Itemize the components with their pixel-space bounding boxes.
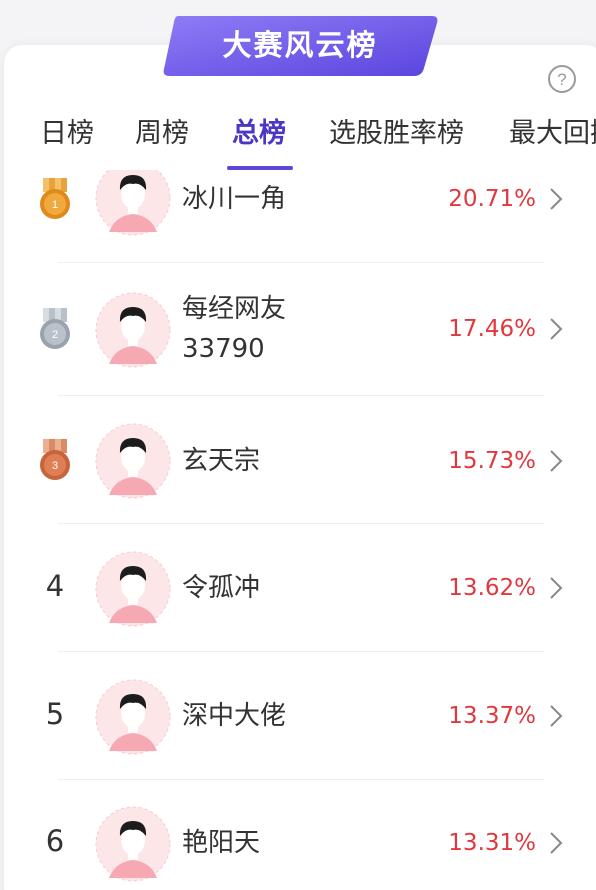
rank-number: 4	[45, 569, 65, 603]
tab-weekly[interactable]: 周榜	[135, 108, 189, 160]
chevron-right-icon	[550, 318, 563, 340]
avatar	[95, 551, 171, 627]
active-tab-indicator	[227, 166, 293, 170]
chevron-right-icon	[550, 832, 563, 854]
ranking-row[interactable]: 6 艳阳天 13.31%	[0, 780, 596, 890]
user-name: 深中大佬	[182, 701, 287, 731]
chevron-right-icon	[550, 577, 563, 599]
chevron-right-icon	[550, 450, 563, 472]
ranking-row[interactable]: 2 每经网友 33790 17.46%	[0, 263, 596, 396]
user-name: 玄天宗	[182, 446, 261, 476]
silver-medal-icon: 2	[40, 308, 70, 349]
rank-number: 5	[45, 697, 65, 731]
tab-max-drawdown[interactable]: 最大回撤	[509, 108, 596, 160]
user-name: 每经网友 33790	[182, 294, 287, 364]
help-icon[interactable]: ?	[547, 64, 577, 94]
user-name: 令孤冲	[182, 573, 261, 603]
ranking-row[interactable]: 4 令孤冲 13.62%	[0, 524, 596, 652]
win-rate: 13.37%	[448, 703, 536, 729]
win-rate: 15.73%	[448, 448, 536, 474]
avatar	[95, 679, 171, 755]
medal-rank: 1	[52, 199, 58, 211]
gold-medal-icon: 1	[40, 178, 70, 219]
help-glyph: ?	[557, 70, 566, 89]
ranking-row[interactable]: 5 深中大佬 13.37%	[0, 652, 596, 780]
user-name: 艳阳天	[182, 828, 261, 858]
tab-overall[interactable]: 总榜	[232, 108, 286, 160]
avatar	[95, 292, 171, 368]
tab-daily[interactable]: 日榜	[40, 108, 94, 160]
win-rate: 13.31%	[448, 830, 536, 856]
avatar	[95, 806, 171, 882]
medal-rank: 3	[52, 460, 58, 472]
banner-title: 大赛风云榜	[222, 28, 378, 62]
win-rate: 17.46%	[448, 316, 536, 342]
ranking-row[interactable]: 1 冰川一角 20.71%	[0, 170, 596, 263]
ranking-row[interactable]: 3 玄天宗 15.73%	[0, 396, 596, 524]
bronze-medal-icon: 3	[40, 439, 70, 480]
win-rate: 13.62%	[448, 575, 536, 601]
chevron-right-icon	[550, 188, 563, 210]
avatar	[95, 170, 171, 236]
ranking-tabs: 日榜 周榜 总榜 选股胜率榜 最大回撤	[0, 108, 596, 170]
user-name: 冰川一角	[182, 184, 287, 214]
win-rate: 20.71%	[448, 186, 536, 212]
tab-win-rate[interactable]: 选股胜率榜	[329, 108, 464, 160]
banner: 大赛风云榜	[162, 16, 438, 76]
chevron-right-icon	[550, 705, 563, 727]
medal-rank: 2	[52, 329, 58, 341]
ranking-list: 1 冰川一角 20.71% 2 每经网友 33790 17.46% 3 玄天宗 …	[0, 170, 596, 890]
avatar	[95, 423, 171, 499]
rank-number: 6	[45, 824, 65, 858]
